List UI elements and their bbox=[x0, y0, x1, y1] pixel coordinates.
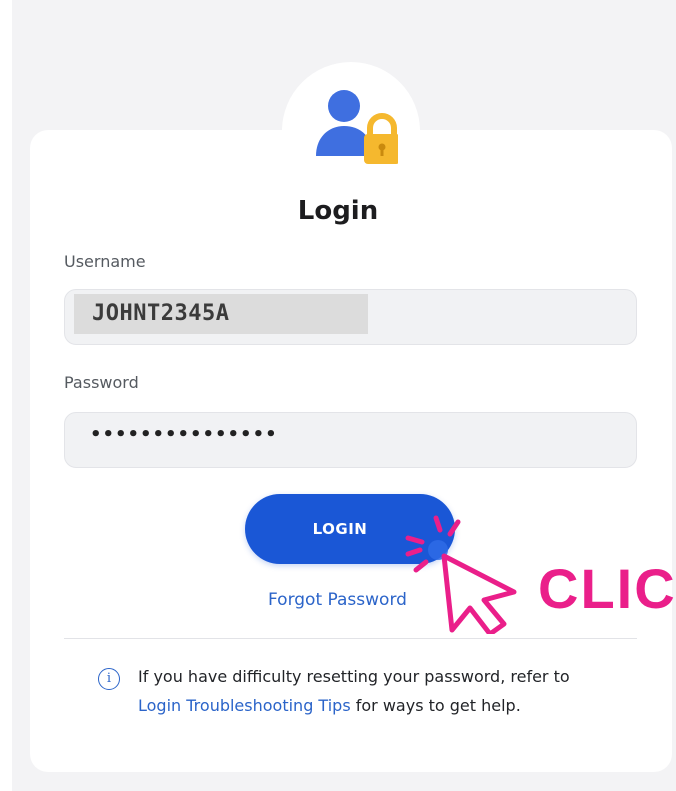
user-lock-icon bbox=[316, 90, 398, 164]
username-label: Username bbox=[64, 252, 146, 271]
info-icon: i bbox=[98, 668, 120, 690]
troubleshooting-tips-link[interactable]: Login Troubleshooting Tips bbox=[138, 696, 351, 715]
forgot-password-link[interactable]: Forgot Password bbox=[268, 590, 407, 610]
info-text-before: If you have difficulty resetting your pa… bbox=[138, 667, 570, 686]
cursor-click-icon bbox=[405, 515, 517, 634]
click-annotation: CLIC bbox=[538, 557, 676, 620]
page-title: Login bbox=[297, 196, 379, 226]
password-label: Password bbox=[64, 373, 139, 392]
divider bbox=[64, 638, 637, 639]
login-button-label: LOGIN bbox=[312, 520, 368, 538]
info-message: If you have difficulty resetting your pa… bbox=[138, 662, 608, 720]
password-value[interactable]: ••••••••••••••• bbox=[90, 424, 278, 445]
info-text-after: for ways to get help. bbox=[350, 696, 521, 715]
username-value[interactable]: JOHNT2345A bbox=[92, 301, 229, 326]
